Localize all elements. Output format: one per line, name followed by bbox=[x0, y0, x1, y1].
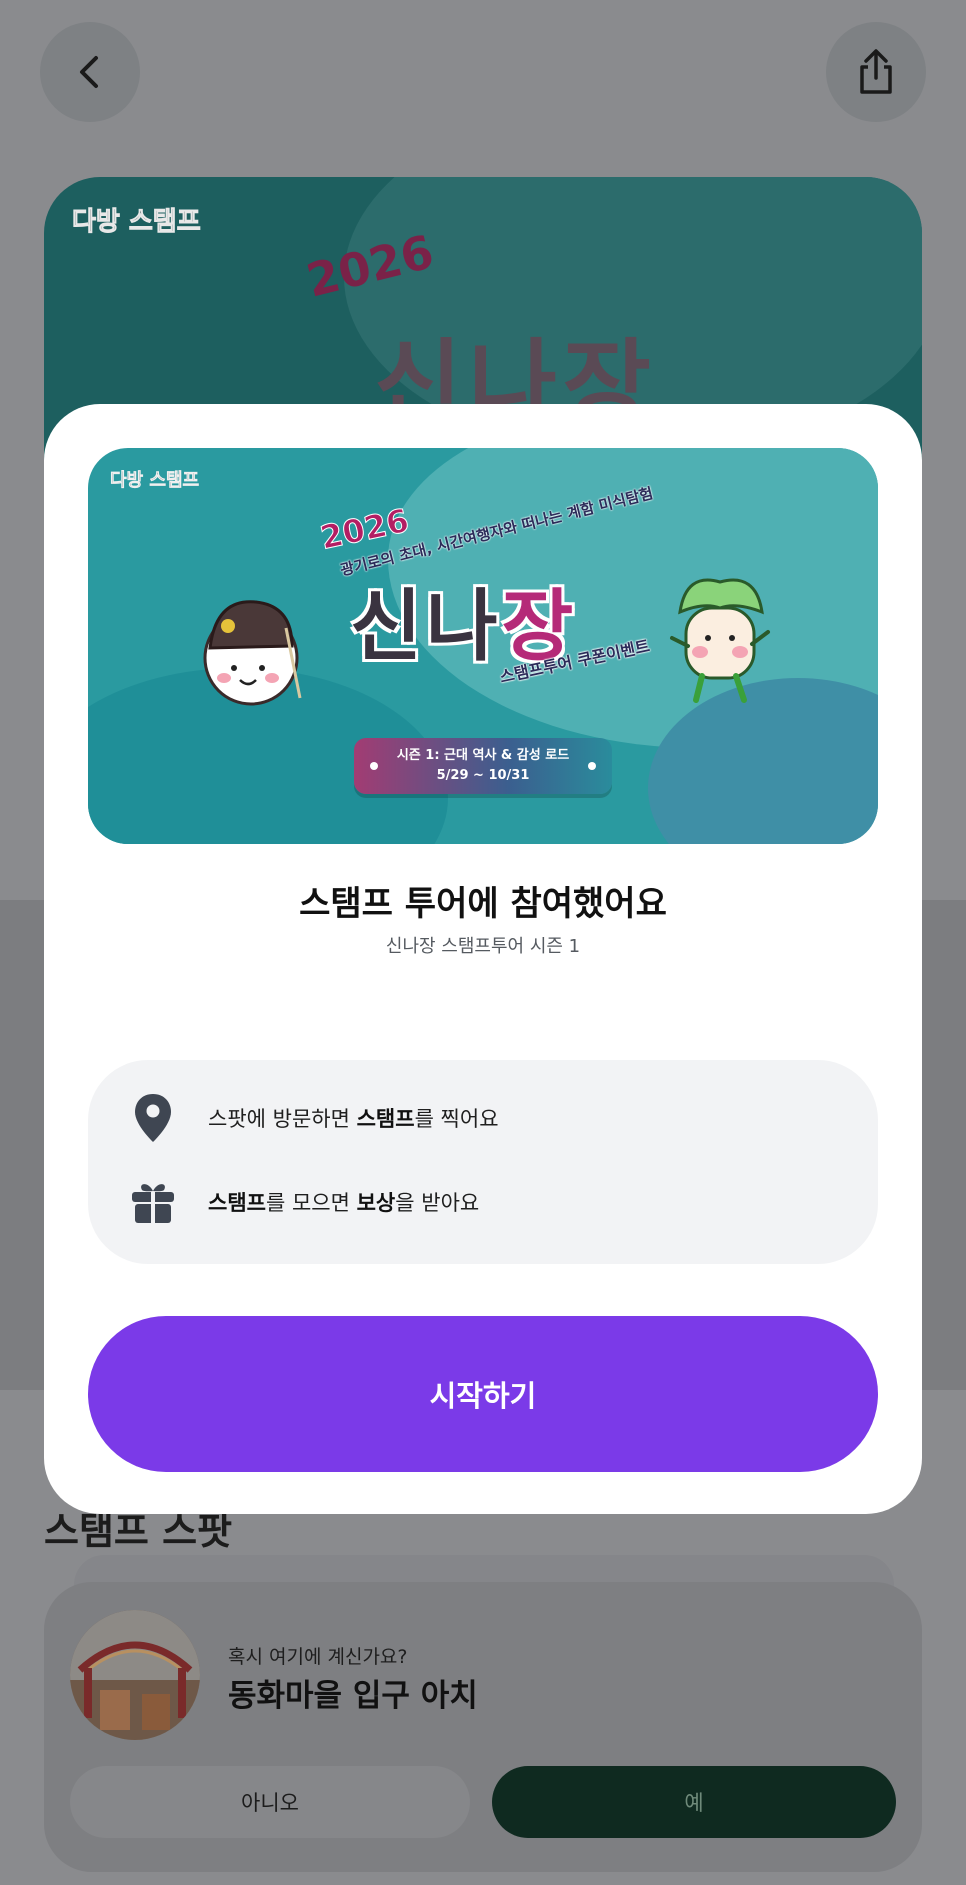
yes-button[interactable]: 예 bbox=[492, 1766, 896, 1838]
gift-icon bbox=[128, 1174, 178, 1230]
start-button[interactable]: 시작하기 bbox=[88, 1316, 878, 1472]
location-place-name: 동화마을 입구 아치 bbox=[228, 1678, 478, 1714]
guide-text-bold: 스탬프 bbox=[356, 1107, 415, 1131]
season-badge: 시즌 1: 근대 역사 & 감성 로드 5/29 ~ 10/31 bbox=[354, 738, 612, 794]
map-pin-icon bbox=[128, 1090, 178, 1146]
chevron-left-icon bbox=[80, 56, 98, 88]
modal-subtitle: 신나장 스탬프투어 시즌 1 bbox=[385, 936, 581, 957]
share-icon bbox=[860, 49, 892, 94]
guide-text-part: 를 찍어요 bbox=[414, 1107, 499, 1131]
guide-text-part: 를 모으면 bbox=[265, 1191, 357, 1215]
guide-item-visit: 스팟에 방문하면 스탬프를 찍어요 bbox=[128, 1090, 499, 1146]
banner-logo: 다방 스탬프 bbox=[110, 470, 200, 492]
share-button[interactable] bbox=[826, 22, 926, 122]
modal-event-banner: 다방 스탬프 2026 광기로의 초대, 시간여행자와 떠나는 계함 미식탐험 … bbox=[88, 448, 878, 844]
location-confirm-sheet: 혹시 여기에 계신가요? 동화마을 입구 아치 아니오 예 bbox=[44, 1582, 922, 1872]
modal-title: 스탬프 투어에 참여했어요 bbox=[299, 884, 667, 924]
hero-logo: 다방 스탬프 bbox=[72, 207, 202, 238]
badge-dot bbox=[588, 762, 596, 770]
guide-text-visit: 스팟에 방문하면 스탬프를 찍어요 bbox=[208, 1103, 499, 1133]
place-thumbnail bbox=[70, 1610, 200, 1740]
guide-item-reward: 스탬프를 모으면 보상을 받아요 bbox=[128, 1174, 479, 1230]
guide-text-bold: 스탬프 bbox=[208, 1191, 266, 1215]
tour-guide-box: 스팟에 방문하면 스탬프를 찍어요 스탬프를 모으면 보상을 받아요 bbox=[88, 1060, 878, 1264]
mascot-right-illustration bbox=[670, 578, 770, 703]
season-dates: 5/29 ~ 10/31 bbox=[436, 768, 530, 783]
back-button[interactable] bbox=[40, 22, 140, 122]
guide-text-part: 스팟에 방문하면 bbox=[208, 1107, 357, 1131]
banner-title-prefix: 신나 bbox=[350, 582, 502, 672]
season-title: 시즌 1: 근대 역사 & 감성 로드 bbox=[396, 748, 570, 763]
badge-dot bbox=[370, 762, 378, 770]
location-question: 혹시 여기에 계신가요? bbox=[228, 1646, 408, 1668]
stamp-tour-joined-modal: 다방 스탬프 2026 광기로의 초대, 시간여행자와 떠나는 계함 미식탐험 … bbox=[44, 404, 922, 1514]
mascot-left-illustration bbox=[203, 600, 302, 706]
guide-text-part: 을 받아요 bbox=[395, 1191, 480, 1215]
guide-text-reward: 스탬프를 모으면 보상을 받아요 bbox=[208, 1187, 479, 1217]
guide-text-bold: 보상 bbox=[356, 1191, 396, 1215]
no-button[interactable]: 아니오 bbox=[70, 1766, 470, 1838]
